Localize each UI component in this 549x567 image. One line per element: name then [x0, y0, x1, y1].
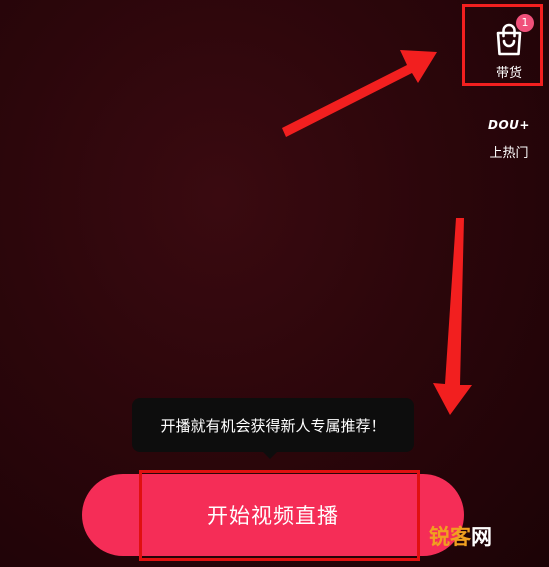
watermark-char-1: 锐 — [429, 525, 450, 549]
site-watermark: 锐客网 — [429, 521, 492, 551]
arrow-to-start-button — [433, 218, 472, 415]
arrow-to-shop — [282, 50, 437, 137]
annotation-box-start-button — [139, 470, 420, 561]
new-user-tip-tooltip: 开播就有机会获得新人专属推荐！ — [132, 398, 414, 452]
watermark-char-2: 客 — [450, 525, 471, 549]
watermark-char-3: 网 — [471, 525, 492, 549]
live-prep-screen: 1 带货 DOU+ 上热门 开播就有机会获得新人专属推荐！ 开始视频直播 锐客网 — [0, 0, 549, 567]
tooltip-text: 开播就有机会获得新人专属推荐！ — [160, 416, 386, 435]
tooltip-pointer — [262, 451, 278, 459]
